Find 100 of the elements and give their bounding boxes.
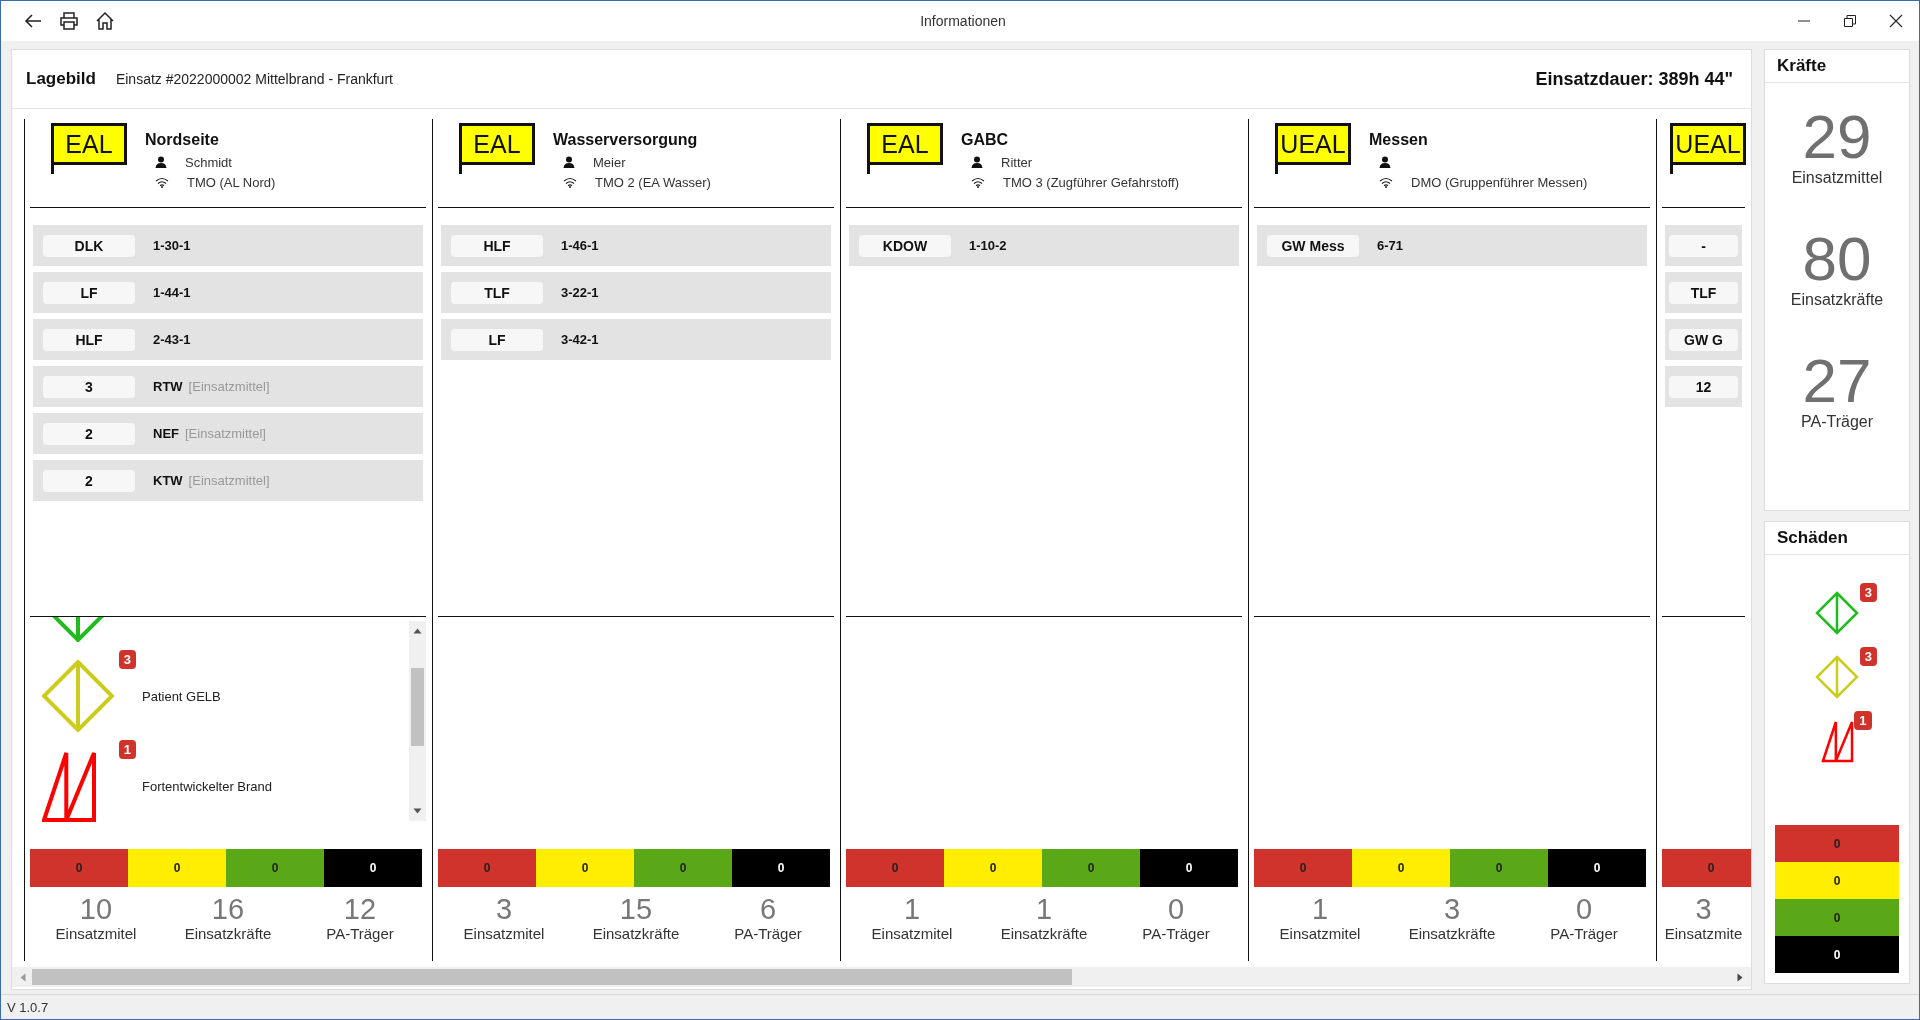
vehicle-type: DLK	[43, 234, 135, 257]
section-name: Nordseite	[145, 131, 220, 149]
wifi-icon	[563, 176, 577, 188]
leader-name: Schmidt	[185, 154, 232, 170]
vehicle-row[interactable]: TLF 3-22-1	[441, 272, 831, 313]
vehicle-callsign: 3-22-1	[561, 285, 599, 300]
restore-icon[interactable]	[1843, 14, 1857, 28]
stat-value: 0	[1574, 893, 1594, 925]
stat-value: 1	[902, 893, 922, 925]
vehicle-row[interactable]: GW G	[1665, 319, 1742, 360]
sign-flag: EAL	[51, 123, 127, 165]
vehicle-type: HLF	[43, 328, 135, 351]
patient-count: 0	[30, 849, 128, 887]
scrollbar-thumb[interactable]	[411, 668, 424, 746]
vehicle-callsign: 1-44-1	[153, 285, 191, 300]
patient-count: 0	[1775, 899, 1899, 936]
incident-text: Einsatz #2022000002 Mittelbrand - Frankfurt	[115, 71, 394, 87]
scroll-up-icon[interactable]	[413, 628, 422, 634]
vehicle-row[interactable]: LF 1-44-1	[33, 272, 423, 313]
stat-value: 3	[494, 893, 514, 925]
scrollbar[interactable]	[409, 621, 426, 821]
vehicle-callsign: RTW	[153, 379, 183, 394]
vehicle-row[interactable]: TLF	[1665, 272, 1742, 313]
stat-label: Einsatzmitel	[1278, 925, 1362, 942]
home-icon[interactable]	[95, 11, 115, 31]
stat-value: 80	[1801, 227, 1873, 291]
person-icon	[1379, 156, 1391, 168]
vehicle-row[interactable]: 2 KTW [Einsatzmittel]	[33, 460, 423, 501]
count-badge: 1	[1854, 711, 1872, 730]
stat-label: Einsatzkräfte	[999, 925, 1089, 942]
vehicle-row[interactable]: 2 NEF [Einsatzmittel]	[33, 413, 423, 454]
vehicle-row[interactable]: 3 RTW [Einsatzmittel]	[33, 366, 423, 407]
patient-count: 0	[438, 849, 536, 887]
radio-name: TMO (AL Nord)	[187, 174, 276, 190]
stat-label: PA-Träger	[325, 925, 395, 942]
patient-count: 0	[1042, 849, 1140, 887]
vehicle-type: 2	[43, 422, 135, 445]
stat-label: Einsatzkräfte	[1789, 291, 1885, 309]
vehicle-type: 3	[43, 375, 135, 398]
patient-count: 0	[1775, 936, 1899, 973]
patient-count: 0	[846, 849, 944, 887]
vehicle-row[interactable]: HLF 2-43-1	[33, 319, 423, 360]
section-name: Wasserversorgung	[553, 131, 699, 149]
close-icon[interactable]	[1889, 14, 1903, 28]
vehicle-row[interactable]: HLF 1-46-1	[441, 225, 831, 266]
vehicle-type: HLF	[451, 234, 543, 257]
stat-label: PA-Träger	[1800, 413, 1874, 431]
horizontal-scrollbar[interactable]	[12, 967, 1751, 987]
damage-label: Patient GELB	[142, 688, 221, 704]
vehicle-callsign: 2-43-1	[153, 332, 191, 347]
patient-count: 0	[1254, 849, 1352, 887]
scrollbar-thumb[interactable]	[32, 969, 1072, 985]
sign-flag: UEAL	[1275, 123, 1351, 165]
vehicle-type: 2	[43, 469, 135, 492]
print-icon[interactable]	[59, 11, 79, 31]
count-badge: 3	[1859, 647, 1877, 666]
person-icon	[971, 156, 983, 168]
wifi-icon	[1379, 176, 1393, 188]
radio-name: TMO 2 (EA Wasser)	[595, 174, 711, 190]
stat-label: Einsatzkräfte	[591, 925, 681, 942]
scroll-right-icon[interactable]	[1737, 972, 1743, 982]
vehicle-row[interactable]: DLK 1-30-1	[33, 225, 423, 266]
stat-label: Einsatzmitel	[462, 925, 546, 942]
vehicle-callsign: NEF	[153, 426, 179, 441]
scroll-down-icon[interactable]	[413, 808, 422, 814]
section-name: GABC	[961, 131, 1010, 149]
vehicle-note: [Einsatzmittel]	[188, 379, 270, 394]
vehicle-type: LF	[43, 281, 135, 304]
version-text: V 1.0.7	[7, 999, 49, 1015]
patient-count: 0	[128, 849, 226, 887]
leader-name: Meier	[593, 154, 626, 170]
stat-label: Einsatzmittel	[1790, 169, 1884, 187]
vehicle-row[interactable]: GW Mess 6-71	[1257, 225, 1647, 266]
stat-value: 12	[342, 893, 378, 925]
radio-name: TMO 3 (Zugführer Gefahrstoff)	[1003, 174, 1180, 190]
sign-flag: EAL	[867, 123, 943, 165]
patient-count: 0	[324, 849, 422, 887]
patient-count: 0	[1775, 862, 1899, 899]
panel-title: Kräfte	[1765, 50, 1909, 83]
stat-label: Einsatzkräfte	[183, 925, 273, 942]
vehicle-row[interactable]: 12	[1665, 366, 1742, 407]
stat-value: 27	[1801, 349, 1873, 413]
vehicle-type: KDOW	[859, 234, 951, 257]
stat-value: 15	[618, 893, 654, 925]
stat-value: 0	[1166, 893, 1186, 925]
patient-count: 0	[732, 849, 830, 887]
sign-flag: UEAL	[1670, 123, 1746, 165]
vehicle-type: -	[1669, 234, 1738, 257]
vehicle-row[interactable]: LF 3-42-1	[441, 319, 831, 360]
vehicle-note: [Einsatzmittel]	[188, 473, 270, 488]
stat-value: 1	[1034, 893, 1054, 925]
stat-value: 10	[78, 893, 114, 925]
sign-flag: EAL	[459, 123, 535, 165]
panel-title: Schäden	[1765, 522, 1909, 555]
vehicle-row[interactable]: -	[1665, 225, 1742, 266]
wifi-icon	[155, 176, 169, 188]
vehicle-row[interactable]: KDOW 1-10-2	[849, 225, 1239, 266]
patient-count: 0	[634, 849, 732, 887]
patient-count: 0	[226, 849, 324, 887]
leader-name: Ritter	[1001, 154, 1033, 170]
